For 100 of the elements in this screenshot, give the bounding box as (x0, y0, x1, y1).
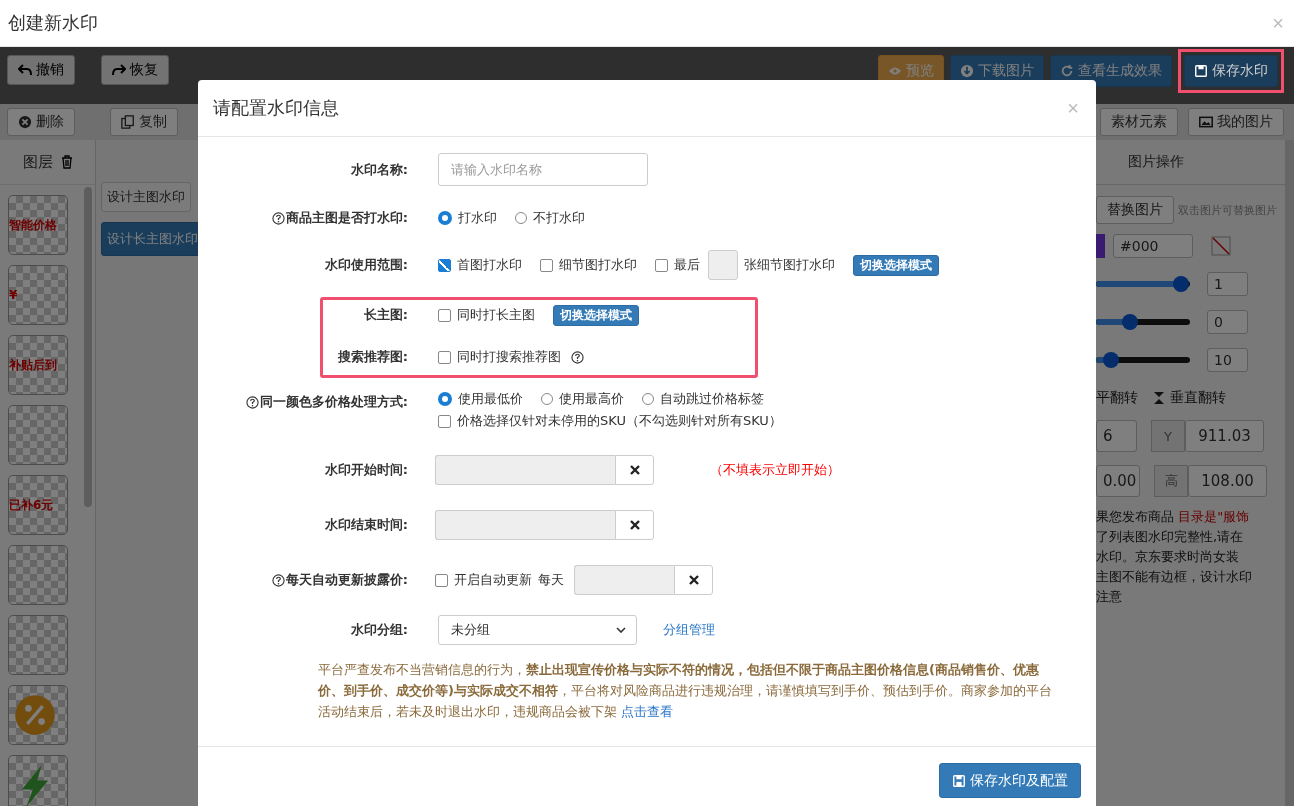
materials-button[interactable]: 素材元素 (1100, 108, 1178, 136)
slider-value-input[interactable]: 1 (1207, 272, 1248, 296)
count-suffix: 张细节图打水印 (744, 256, 835, 274)
checkbox-option[interactable]: 价格选择仅针对未停用的SKU（不勾选则针对所有SKU） (438, 412, 1096, 430)
field-label: 水印结束时间: (324, 516, 408, 534)
no-color-icon[interactable] (1211, 236, 1231, 256)
flip-horizontal-button[interactable]: 平翻转 (1096, 389, 1138, 407)
save-icon (1194, 64, 1208, 78)
help-icon[interactable] (271, 573, 285, 587)
layer-thumbnail[interactable]: 已补6元 (8, 475, 68, 535)
y-input[interactable]: 911.03 (1185, 420, 1264, 452)
color-input[interactable]: #000 (1113, 234, 1193, 258)
group-select[interactable]: 未分组 (438, 615, 637, 645)
checkbox-option[interactable]: 同时打搜索推荐图 (438, 348, 561, 366)
slider-value-input[interactable]: 10 (1207, 348, 1248, 372)
date-input[interactable] (435, 455, 615, 485)
slider[interactable] (1096, 314, 1190, 330)
notice-text: 平台严查发布不当营销信息的行为，禁止出现宣传价格与实际不符的情况，包括但不限于商品主图价格信息(商品销售价、优惠价、到手价、成交价等)与实际成交不相符，平台将对风险商品进行违规治理，请谨慎填写到手价、预估到手价。商家参加的平台活动结束后，若未及时退出水印，违规商品会被下架 点击查看 (318, 661, 1053, 721)
radio-option[interactable]: 使用最高价 (541, 390, 624, 408)
field-label: 长主图: (363, 306, 408, 324)
hint-text: （不填表示立即开始） (710, 461, 840, 479)
layer-thumbnail[interactable] (8, 405, 68, 465)
image-icon (1199, 115, 1213, 129)
radio-option[interactable]: 自动跳过价格标签 (642, 390, 764, 408)
trash-icon[interactable] (60, 155, 73, 169)
x-input[interactable]: 6 (1096, 420, 1137, 452)
refresh-icon (1060, 64, 1074, 78)
date-input[interactable] (435, 510, 615, 540)
undo-button[interactable]: 撤销 (7, 55, 75, 85)
switch-mode-button[interactable]: 切换选择模式 (553, 304, 639, 326)
switch-mode-button[interactable]: 切换选择模式 (853, 254, 939, 276)
radio-option[interactable]: 不打水印 (515, 209, 585, 227)
layer-thumbnail[interactable] (8, 685, 68, 745)
my-images-button[interactable]: 我的图片 (1188, 108, 1284, 136)
field-label: 水印分组: (350, 621, 408, 639)
view-result-button[interactable]: 查看生成效果 (1050, 55, 1172, 87)
layer-thumbnail[interactable] (8, 755, 68, 806)
note-text: 果您发布商品 目录是"服饰 (1096, 508, 1251, 526)
height-input[interactable]: 108.00 (1188, 465, 1267, 497)
undo-arrow-icon (18, 63, 32, 77)
window-title: 创建新水印 (8, 11, 98, 35)
radio-option[interactable]: 打水印 (438, 209, 497, 227)
checkbox-option[interactable]: 开启自动更新 (435, 571, 532, 589)
field-label: 商品主图是否打水印: (285, 209, 408, 227)
checkbox-option[interactable]: 同时打长主图 (438, 306, 535, 324)
scrollbar[interactable] (84, 187, 92, 507)
checkbox-option[interactable]: 细节图打水印 (540, 256, 637, 274)
flip-vertical-button[interactable]: 垂直翻转 (1152, 389, 1226, 407)
delete-button[interactable]: 删除 (7, 108, 75, 136)
save-icon (952, 773, 966, 788)
clear-icon (688, 575, 699, 585)
layer-thumbnail[interactable]: 补贴后到 (8, 335, 68, 395)
save-button[interactable]: 保存水印 (1184, 55, 1278, 87)
redo-button[interactable]: 恢复 (101, 55, 169, 85)
copy-button[interactable]: 复制 (110, 108, 178, 136)
field-label: 同一颜色多价格处理方式: (259, 393, 408, 411)
slider-value-input[interactable]: 0 (1207, 310, 1248, 334)
field-label: 每天自动更新披露价: (285, 571, 408, 589)
note-text: 主图不能有边框，设计水印 (1096, 568, 1253, 586)
save-config-button[interactable]: 保存水印及配置 (939, 763, 1081, 798)
field-label: 水印使用范围: (324, 256, 408, 274)
slider[interactable] (1096, 352, 1190, 368)
manage-groups-link[interactable]: 分组管理 (663, 621, 715, 639)
radio-option[interactable]: 使用最低价 (438, 390, 523, 408)
clear-icon (629, 520, 640, 530)
clear-button[interactable] (674, 565, 713, 595)
download-icon (960, 64, 974, 78)
checkbox-option[interactable]: 最后 (655, 256, 700, 274)
clear-button[interactable] (615, 510, 654, 540)
field-label: 水印开始时间: (324, 461, 408, 479)
time-input[interactable] (574, 565, 674, 595)
redo-arrow-icon (112, 63, 126, 77)
help-icon[interactable] (571, 350, 584, 364)
color-swatch[interactable] (1096, 234, 1105, 258)
clear-button[interactable] (615, 455, 654, 485)
field-label: 水印名称: (350, 160, 408, 179)
percent-badge-icon (13, 693, 57, 737)
clear-icon (629, 465, 640, 475)
note-text: 了列表图水印完整性,请在 (1096, 528, 1245, 546)
chevron-down-icon (616, 627, 626, 633)
replace-image-button[interactable]: 替换图片 (1096, 196, 1174, 224)
design-tab[interactable]: 设计主图水印 (101, 182, 191, 212)
width-input[interactable]: 0.00 (1096, 465, 1140, 497)
y-label: Y (1151, 420, 1185, 452)
height-label: 高 (1154, 465, 1188, 497)
daily-label: 每天 (538, 571, 564, 589)
count-input[interactable] (708, 250, 738, 280)
slider[interactable] (1096, 276, 1190, 292)
flip-vertical-icon (1152, 391, 1166, 405)
layer-thumbnail[interactable] (8, 615, 68, 675)
remove-icon (18, 115, 32, 129)
checkbox-option[interactable]: 首图打水印 (438, 256, 522, 274)
name-input[interactable]: 请输入水印名称 (438, 153, 648, 186)
note-text: 水印。京东要求时尚女装 (1096, 548, 1240, 566)
field-label: 搜索推荐图: (337, 348, 408, 366)
view-link[interactable]: 点击查看 (621, 704, 674, 719)
help-icon[interactable] (271, 211, 285, 225)
layer-thumbnail[interactable] (8, 545, 68, 605)
dialog-title: 请配置水印信息 (213, 96, 339, 120)
help-icon[interactable] (245, 395, 259, 409)
